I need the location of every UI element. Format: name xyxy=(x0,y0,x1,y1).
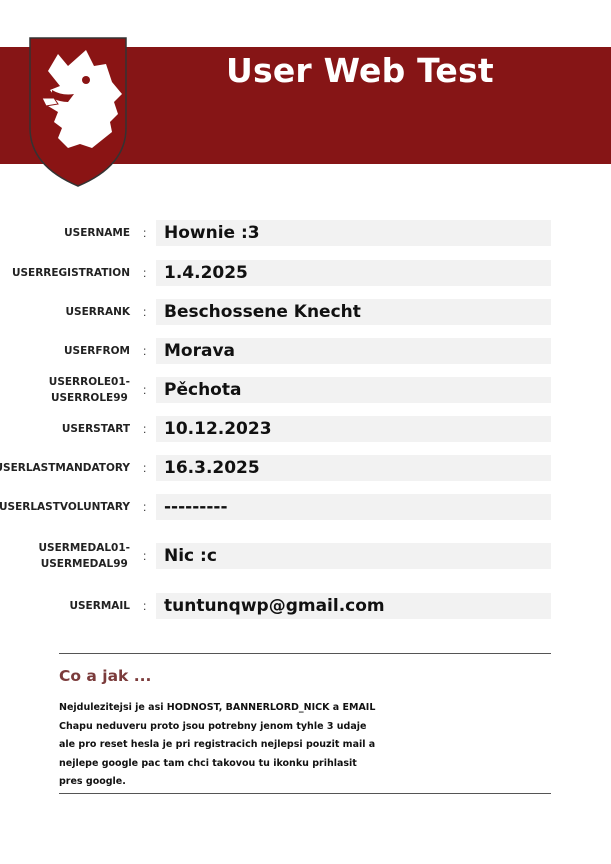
field-colon: : xyxy=(143,422,147,436)
field-value-box: Beschossene Knecht xyxy=(156,299,551,325)
field-colon: : xyxy=(143,266,147,280)
field-value-box: 16.3.2025 xyxy=(156,455,551,481)
field-value-box: tuntunqwp@gmail.com xyxy=(156,593,551,619)
field-row: USERRANK: Beschossene Knecht xyxy=(0,299,611,325)
notes-line: ale pro reset hesla je pri registracich … xyxy=(59,739,376,750)
field-row: USERLASTVOLUNTARY: --------- xyxy=(0,494,611,520)
wolf-head-shield-icon xyxy=(29,37,127,187)
field-label: USERREGISTRATION xyxy=(11,267,130,279)
field-colon: : xyxy=(143,305,147,319)
field-value: 16.3.2025 xyxy=(164,458,260,478)
field-row: USERNAME: Hownie :3 xyxy=(0,220,611,246)
field-value: --------- xyxy=(164,497,228,517)
field-value-box: 1.4.2025 xyxy=(156,260,551,286)
field-row: USERLASTMANDATORY: 16.3.2025 xyxy=(0,455,611,481)
field-row: USERROLE01- USERROLE99: Pěchota xyxy=(0,374,611,406)
field-value: Nic :c xyxy=(164,546,217,566)
field-label: USERLASTMANDATORY xyxy=(0,462,130,474)
field-label-line: USERROLE99 xyxy=(50,392,128,404)
field-colon: : xyxy=(143,500,147,514)
field-row: USERSTART: 10.12.2023 xyxy=(0,416,611,442)
field-value-box: Pěchota xyxy=(156,377,551,403)
notes-text: Nejdulezitejsi je asi HODNOST, BANNERLOR… xyxy=(59,699,389,792)
field-value: 1.4.2025 xyxy=(164,263,248,283)
field-row: USERMAIL: tuntunqwp@gmail.com xyxy=(0,593,611,619)
field-colon: : xyxy=(143,599,147,613)
field-value-box: Morava xyxy=(156,338,551,364)
notes-line: nejlepe google pac tam chci takovou tu i… xyxy=(59,757,357,769)
field-colon: : xyxy=(143,344,147,358)
field-label-line: USERMEDAL01- xyxy=(38,542,130,554)
field-colon: : xyxy=(143,226,147,240)
field-label-line: USERMEDAL99 xyxy=(40,558,128,570)
field-value: Beschossene Knecht xyxy=(164,302,361,322)
field-value-box: Nic :c xyxy=(156,543,551,569)
notes-line: Chapu neduveru proto jsou potrebny jenom… xyxy=(59,720,367,732)
field-colon: : xyxy=(143,383,147,397)
page-title: User Web Test xyxy=(226,51,494,90)
field-label: USERMEDAL01- USERMEDAL99 xyxy=(39,540,130,572)
field-label: USERNAME xyxy=(64,227,130,239)
field-row: USERFROM: Morava xyxy=(0,338,611,364)
field-value: Hownie :3 xyxy=(164,223,260,243)
field-label: USERRANK xyxy=(65,306,130,318)
field-value: 10.12.2023 xyxy=(164,419,272,439)
field-label: USERROLE01- USERROLE99 xyxy=(49,374,130,406)
field-value: Pěchota xyxy=(164,380,242,400)
field-value-box: Hownie :3 xyxy=(156,220,551,246)
divider-top xyxy=(59,653,551,654)
field-label: USERMAIL xyxy=(69,600,130,612)
field-value-box: 10.12.2023 xyxy=(156,416,551,442)
divider-bottom xyxy=(59,793,551,794)
field-colon: : xyxy=(143,461,147,475)
field-value: Morava xyxy=(164,341,236,361)
field-row: USERMEDAL01- USERMEDAL99: Nic :c xyxy=(0,540,611,572)
notes-title: Co a jak ... xyxy=(59,667,152,685)
field-label: USERFROM xyxy=(64,345,130,357)
field-row: USERREGISTRATION: 1.4.2025 xyxy=(0,260,611,286)
notes-line: pres google. xyxy=(59,776,126,787)
field-label-line: USERROLE01- xyxy=(48,376,130,388)
field-label: USERSTART xyxy=(61,423,130,435)
notes-line: Nejdulezitejsi je asi HODNOST, BANNERLOR… xyxy=(59,702,376,713)
field-value-box: --------- xyxy=(156,494,551,520)
field-label: USERLASTVOLUNTARY xyxy=(0,501,130,513)
field-value: tuntunqwp@gmail.com xyxy=(164,596,385,616)
field-colon: : xyxy=(143,549,147,563)
